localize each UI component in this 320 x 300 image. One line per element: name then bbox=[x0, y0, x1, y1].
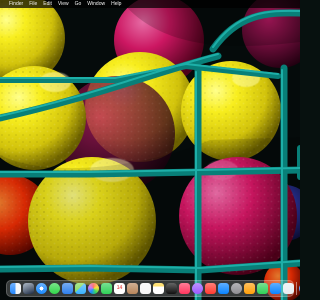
numbers-icon[interactable] bbox=[257, 283, 268, 294]
pages-icon[interactable] bbox=[244, 283, 255, 294]
menu-item-view[interactable]: View bbox=[58, 0, 69, 8]
calendar-date: 14 bbox=[116, 285, 123, 291]
menu-item-help[interactable]: Help bbox=[111, 0, 121, 8]
maps-icon[interactable] bbox=[75, 283, 86, 294]
menu-item-finder[interactable]: Finder bbox=[9, 0, 23, 8]
dock: 14 bbox=[6, 280, 300, 297]
contacts-icon[interactable] bbox=[127, 283, 138, 294]
menu-item-edit[interactable]: Edit bbox=[43, 0, 52, 8]
desktop: Finder File Edit View Go Window Help 14 bbox=[0, 0, 300, 300]
menu-item-go[interactable]: Go bbox=[75, 0, 82, 8]
launchpad-icon[interactable] bbox=[23, 283, 34, 294]
music-icon[interactable] bbox=[179, 283, 190, 294]
menu-bar: Finder File Edit View Go Window Help bbox=[0, 0, 300, 8]
calendar-icon[interactable]: 14 bbox=[114, 283, 125, 294]
finder-icon[interactable] bbox=[10, 283, 21, 294]
system-settings-icon[interactable] bbox=[231, 283, 242, 294]
app-store-icon[interactable] bbox=[218, 283, 229, 294]
keynote-icon[interactable] bbox=[270, 283, 281, 294]
menu-item-file[interactable]: File bbox=[29, 0, 37, 8]
dock-separator bbox=[296, 282, 297, 295]
preview-icon[interactable] bbox=[283, 283, 294, 294]
tv-icon[interactable] bbox=[166, 283, 177, 294]
safari-icon[interactable] bbox=[36, 283, 47, 294]
facetime-icon[interactable] bbox=[101, 283, 112, 294]
mail-icon[interactable] bbox=[62, 283, 73, 294]
menu-item-window[interactable]: Window bbox=[87, 0, 105, 8]
wallpaper-image bbox=[0, 0, 300, 300]
messages-icon[interactable] bbox=[49, 283, 60, 294]
notes-icon[interactable] bbox=[153, 283, 164, 294]
reminders-icon[interactable] bbox=[140, 283, 151, 294]
photos-icon[interactable] bbox=[88, 283, 99, 294]
news-icon[interactable] bbox=[205, 283, 216, 294]
podcasts-icon[interactable] bbox=[192, 283, 203, 294]
